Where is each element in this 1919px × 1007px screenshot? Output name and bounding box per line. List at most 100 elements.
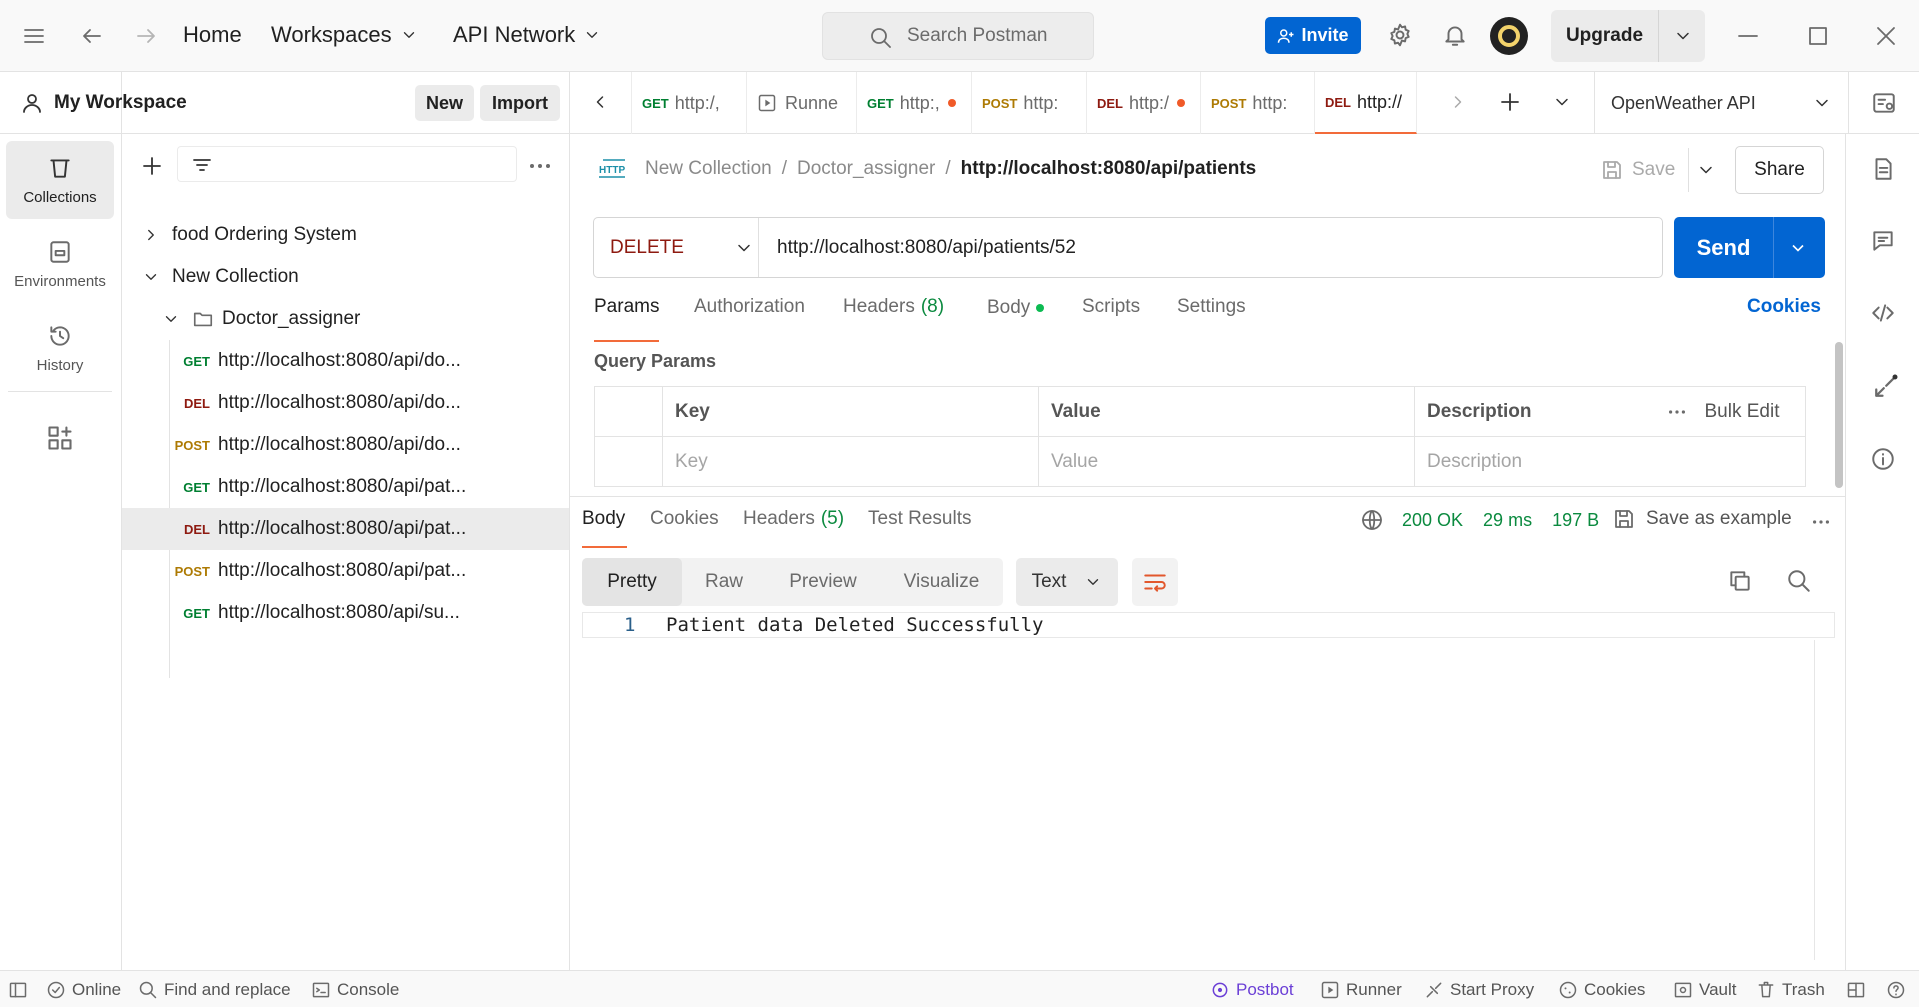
search-input[interactable]: Search Postman [822, 12, 1094, 60]
response-size[interactable]: 197 B [1552, 510, 1599, 531]
request-item[interactable]: DEL http://localhost:8080/api/do... [122, 382, 569, 424]
response-body-text[interactable]: Patient data Deleted Successfully [666, 614, 1044, 636]
start-proxy-button[interactable]: Start Proxy [1424, 971, 1534, 1007]
status-code[interactable]: 200 OK [1402, 510, 1463, 531]
tab-authorization[interactable]: Authorization [694, 296, 805, 342]
share-button[interactable]: Share [1735, 146, 1824, 194]
vault-button[interactable]: Vault [1673, 971, 1737, 1007]
tab-headers[interactable]: Headers (8) [843, 296, 944, 342]
tab-scripts[interactable]: Scripts [1082, 296, 1140, 342]
toggle-sidebar-icon[interactable] [8, 971, 28, 1007]
back-arrow-icon[interactable] [80, 24, 104, 48]
import-button[interactable]: Import [480, 85, 560, 121]
trash-button[interactable]: Trash [1756, 971, 1825, 1007]
wrap-lines-icon[interactable] [1132, 558, 1178, 606]
notifications-bell-icon[interactable] [1442, 22, 1468, 48]
rail-item-history[interactable]: History [6, 309, 114, 387]
key-input[interactable]: Key [662, 436, 1039, 487]
response-tab-cookies[interactable]: Cookies [650, 508, 719, 548]
save-button[interactable]: Save [1600, 148, 1688, 192]
description-input[interactable]: Description [1414, 436, 1806, 487]
rail-item-collections[interactable]: Collections [6, 141, 114, 219]
nav-workspaces[interactable]: Workspaces [271, 22, 418, 48]
request-item[interactable]: GET http://localhost:8080/api/pat... [122, 466, 569, 508]
send-options-chevron-icon[interactable] [1788, 238, 1808, 258]
menu-icon[interactable] [22, 24, 46, 48]
environment-selector[interactable]: OpenWeather API [1594, 72, 1848, 134]
tab-body[interactable]: Body [987, 296, 1045, 320]
globe-icon[interactable] [1360, 508, 1384, 532]
maximize-icon[interactable] [1806, 24, 1830, 48]
chevron-down-icon[interactable] [1673, 26, 1693, 46]
info-icon[interactable] [1870, 446, 1896, 472]
value-input[interactable]: Value [1038, 436, 1415, 487]
avatar[interactable] [1490, 17, 1528, 55]
filter-input[interactable] [177, 146, 517, 182]
cookies-link[interactable]: Cookies [1747, 296, 1821, 318]
folder-doctor-assigner[interactable]: Doctor_assigner [122, 298, 569, 340]
view-preview[interactable]: Preview [766, 558, 880, 606]
minimize-icon[interactable] [1736, 24, 1760, 48]
related-collections-icon[interactable] [1870, 372, 1900, 402]
tab[interactable]: GET http:/, [631, 72, 747, 134]
view-visualize[interactable]: Visualize [880, 558, 1003, 606]
response-tab-body[interactable]: Body [582, 508, 627, 548]
code-icon[interactable] [1870, 300, 1896, 326]
bulk-edit-button[interactable]: Bulk Edit [1705, 401, 1780, 423]
tabs-scroll-left-icon[interactable] [590, 92, 610, 112]
breadcrumb-collection[interactable]: New Collection [645, 158, 772, 180]
response-time[interactable]: 29 ms [1483, 510, 1532, 531]
nav-api-network[interactable]: API Network [453, 22, 601, 48]
documentation-icon[interactable] [1870, 156, 1896, 182]
request-item[interactable]: POST http://localhost:8080/api/do... [122, 424, 569, 466]
upgrade-button[interactable]: Upgrade [1551, 10, 1705, 62]
response-tab-test-results[interactable]: Test Results [868, 508, 971, 548]
search-response-icon[interactable] [1786, 568, 1812, 594]
view-pretty[interactable]: Pretty [582, 558, 682, 606]
view-raw[interactable]: Raw [682, 558, 766, 606]
find-and-replace-button[interactable]: Find and replace [138, 971, 291, 1007]
add-icon[interactable] [140, 154, 164, 178]
forward-arrow-icon[interactable] [134, 24, 158, 48]
response-more-options-icon[interactable] [1810, 514, 1832, 530]
request-item-selected[interactable]: DEL http://localhost:8080/api/pat... [122, 508, 569, 550]
request-name[interactable]: http://localhost:8080/api/patients [961, 158, 1257, 180]
tab[interactable]: POST http: [1201, 72, 1315, 134]
console-button[interactable]: Console [311, 971, 399, 1007]
new-tab-icon[interactable] [1498, 90, 1522, 114]
rail-item-environments[interactable]: Environments [6, 225, 114, 303]
two-pane-view-icon[interactable] [1846, 971, 1866, 1007]
pane-divider[interactable] [570, 496, 1845, 497]
request-item[interactable]: POST http://localhost:8080/api/pat... [122, 550, 569, 592]
invite-button[interactable]: Invite [1265, 17, 1361, 54]
nav-home[interactable]: Home [183, 22, 242, 48]
more-options-icon[interactable] [1667, 404, 1687, 420]
tab[interactable]: POST http: [972, 72, 1087, 134]
tab-runner[interactable]: Runne [747, 72, 857, 134]
save-options-chevron-icon[interactable] [1688, 148, 1722, 192]
configure-sidebar-icon[interactable] [46, 424, 74, 452]
tab-settings[interactable]: Settings [1177, 296, 1246, 342]
close-icon[interactable] [1874, 24, 1898, 48]
postbot-button[interactable]: Postbot [1210, 971, 1294, 1007]
more-options-icon[interactable] [528, 156, 552, 176]
method-select[interactable]: DELETE [594, 218, 759, 277]
collection-food-ordering-system[interactable]: food Ordering System [122, 214, 569, 256]
url-input[interactable]: http://localhost:8080/api/patients/52 [759, 237, 1076, 259]
runner-button[interactable]: Runner [1320, 971, 1402, 1007]
request-item[interactable]: GET http://localhost:8080/api/do... [122, 340, 569, 382]
new-button[interactable]: New [415, 85, 474, 121]
request-pane-scrollbar[interactable] [1835, 342, 1843, 488]
settings-gear-icon[interactable] [1387, 22, 1413, 48]
save-as-example-button[interactable]: Save as example [1612, 507, 1792, 531]
breadcrumb-folder[interactable]: Doctor_assigner [797, 158, 935, 180]
format-select[interactable]: Text [1016, 558, 1118, 606]
tab-active[interactable]: DEL http:// [1315, 72, 1417, 134]
request-item[interactable]: GET http://localhost:8080/api/su... [122, 592, 569, 634]
copy-icon[interactable] [1727, 568, 1753, 594]
send-button[interactable]: Send [1674, 217, 1825, 278]
comments-icon[interactable] [1870, 228, 1896, 254]
response-tab-headers[interactable]: Headers (5) [743, 508, 844, 548]
online-status[interactable]: Online [46, 971, 121, 1007]
tabs-scroll-right-icon[interactable] [1448, 92, 1468, 112]
